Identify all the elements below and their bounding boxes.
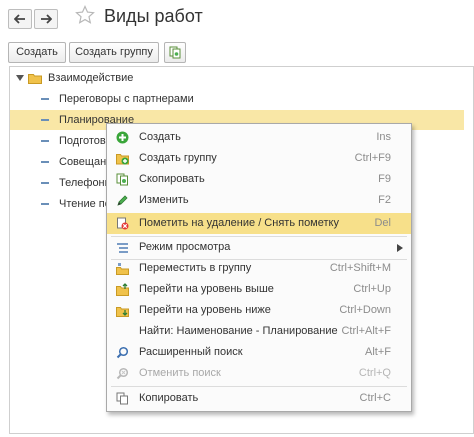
tree-root-label: Взаимодействие xyxy=(48,72,134,84)
menu-item-shortcut: Alt+F xyxy=(365,346,391,358)
pencil-icon xyxy=(117,195,128,206)
copy-document-icon xyxy=(169,46,181,59)
create-group-button[interactable]: Создать группу xyxy=(69,42,159,63)
item-dash-icon xyxy=(41,161,49,163)
item-dash-icon xyxy=(41,203,49,205)
menu-item-label: Скопировать xyxy=(139,173,205,185)
menu-item-label: Режим просмотра xyxy=(139,241,231,253)
add-icon xyxy=(116,131,129,144)
folder-icon xyxy=(28,74,42,84)
menu-item-shortcut: Ctrl+Up xyxy=(353,283,391,295)
add-group-icon xyxy=(116,154,129,165)
copy-icon xyxy=(116,173,128,186)
back-button[interactable] xyxy=(8,9,32,29)
tree-item-label: Совещани xyxy=(59,156,113,168)
menu-item-shortcut: Del xyxy=(374,217,391,229)
menu-item-mark-delete[interactable]: Пометить на удаление / Снять пометку Del xyxy=(107,213,411,234)
menu-item-label: Найти: Наименование - Планирование xyxy=(139,325,338,337)
menu-item-label: Расширенный поиск xyxy=(139,346,243,358)
menu-item-label: Копировать xyxy=(139,392,199,404)
menu-item-copy-clipboard[interactable]: Копировать Ctrl+C xyxy=(107,388,411,409)
move-to-group-icon xyxy=(116,263,129,275)
menu-item-shortcut: Ctrl+Alt+F xyxy=(341,325,391,337)
page-title: Виды работ xyxy=(104,6,203,26)
menu-item-move-to-group[interactable]: Переместить в группу Ctrl+Shift+M xyxy=(107,258,411,279)
menu-item-shortcut: Ctrl+Q xyxy=(358,367,391,379)
star-outline-icon xyxy=(75,5,95,24)
view-mode-icon xyxy=(117,243,128,253)
create-button[interactable]: Создать xyxy=(8,42,66,63)
arrow-right-icon xyxy=(41,14,52,24)
submenu-arrow-icon xyxy=(397,244,403,252)
menu-item-create-group[interactable]: Создать группу Ctrl+F9 xyxy=(107,148,411,169)
menu-item-label: Переместить в группу xyxy=(139,262,252,274)
menu-item-shortcut: Ctrl+Down xyxy=(339,304,391,316)
mark-delete-icon xyxy=(117,217,129,230)
context-menu: Создать Ins Создать группу Ctrl+F9 Скопи… xyxy=(106,123,412,412)
menu-item-label: Перейти на уровень ниже xyxy=(139,304,271,316)
item-dash-icon xyxy=(41,119,49,121)
item-dash-icon xyxy=(41,140,49,142)
menu-item-shortcut: Ins xyxy=(376,131,391,143)
menu-item-view-mode[interactable]: Режим просмотра xyxy=(107,237,411,258)
level-down-icon xyxy=(116,307,129,317)
item-dash-icon xyxy=(41,98,49,100)
expand-triangle-icon xyxy=(16,75,24,81)
menu-item-cancel-search[interactable]: Отменить поиск Ctrl+Q xyxy=(107,363,411,384)
menu-item-label: Отменить поиск xyxy=(139,367,221,379)
menu-item-advanced-search[interactable]: Расширенный поиск Alt+F xyxy=(107,342,411,363)
menu-item-label: Создать группу xyxy=(139,152,217,164)
cancel-search-icon xyxy=(116,367,129,380)
menu-item-shortcut: Ctrl+F9 xyxy=(354,152,391,164)
menu-item-edit[interactable]: Изменить F2 xyxy=(107,190,411,211)
menu-item-label: Перейти на уровень выше xyxy=(139,283,274,295)
arrow-left-icon xyxy=(14,14,25,24)
menu-item-label: Изменить xyxy=(139,194,189,206)
tree-item-label: Телефонн xyxy=(59,177,111,189)
menu-item-level-up[interactable]: Перейти на уровень выше Ctrl+Up xyxy=(107,279,411,300)
menu-item-level-down[interactable]: Перейти на уровень ниже Ctrl+Down xyxy=(107,300,411,321)
menu-item-shortcut: F9 xyxy=(378,173,391,185)
level-up-icon xyxy=(116,283,129,296)
menu-item-create[interactable]: Создать Ins xyxy=(107,127,411,148)
menu-item-label: Пометить на удаление / Снять пометку xyxy=(139,217,339,229)
menu-separator xyxy=(111,386,407,387)
favorite-button[interactable] xyxy=(75,5,95,28)
search-icon xyxy=(116,346,129,359)
copy-button[interactable] xyxy=(164,42,186,63)
item-dash-icon xyxy=(41,182,49,184)
menu-item-find-by-name[interactable]: Найти: Наименование - Планирование Ctrl+… xyxy=(107,321,411,342)
menu-item-label: Создать xyxy=(139,131,181,143)
menu-item-shortcut: F2 xyxy=(378,194,391,206)
tree-item-label: Переговоры с партнерами xyxy=(59,93,194,105)
menu-item-copy-object[interactable]: Скопировать F9 xyxy=(107,169,411,190)
menu-item-shortcut: Ctrl+Shift+M xyxy=(329,262,391,274)
menu-item-shortcut: Ctrl+C xyxy=(359,392,391,404)
forward-button[interactable] xyxy=(34,9,58,29)
clipboard-copy-icon xyxy=(116,392,128,405)
